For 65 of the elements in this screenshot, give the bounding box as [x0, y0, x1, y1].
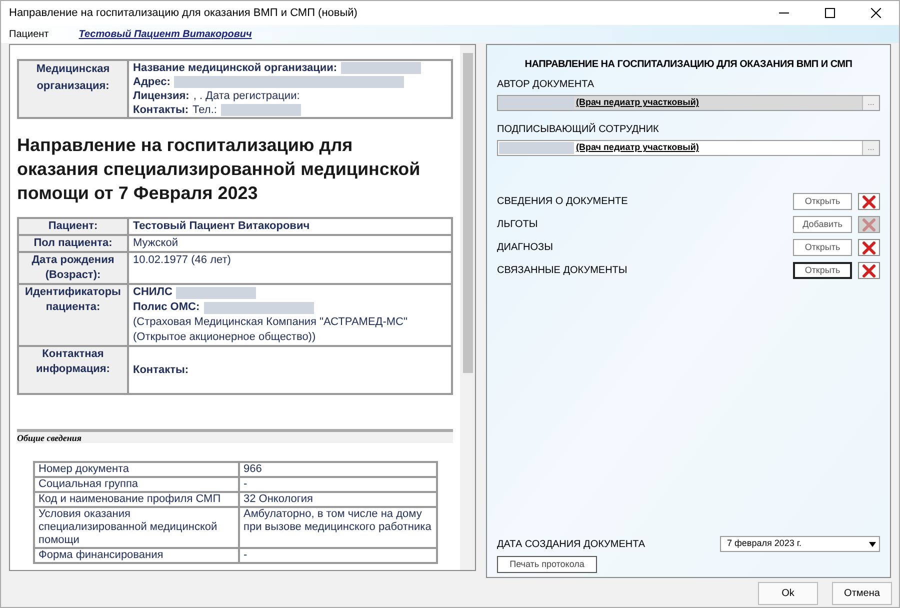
delete-x-icon [862, 264, 876, 278]
section-action-button[interactable]: Открыть [793, 193, 852, 210]
delete-button[interactable] [858, 193, 880, 210]
table-header-cell: Медицинская организация: [18, 60, 128, 118]
table-header-cell: Пол пациента: [18, 235, 128, 252]
section-action-button[interactable]: Открыть [793, 239, 852, 256]
field-label: Адрес: [133, 75, 170, 89]
patient-label: Пациент [9, 28, 49, 42]
patient-link[interactable]: Тестовый Пациент Витакорович [78, 26, 252, 42]
field-label: АВТОР ДОКУМЕНТА [497, 78, 596, 92]
section-header: Общие сведения [17, 429, 453, 443]
employee-field[interactable]: (Врач педиатр участковый) ... [497, 140, 880, 156]
table-cell: Форма финансирования [34, 548, 238, 563]
employee-field[interactable]: (Врач педиатр участковый) ... [497, 95, 880, 111]
table-cell: 966 [238, 462, 436, 477]
field-label: ПОДПИСЫВАЮЩИЙ СОТРУДНИК [497, 122, 660, 137]
print-button[interactable]: Печать протокола [497, 556, 597, 573]
scrollbar[interactable] [460, 45, 475, 570]
document-heading: Направление на госпитализацию для оказания специализированной медицинской помощи от 7 Февраля 2023 [17, 134, 422, 205]
table-header-cell: Дата рождения (Возраст): [18, 252, 128, 284]
field-label: Полис ОМС: [133, 300, 200, 315]
table-cell: Условия оказания специализированной медицинской помощи [34, 507, 238, 548]
section-action-button[interactable]: Добавить [793, 216, 852, 233]
field-label: Контакты: [133, 103, 189, 117]
delete-x-icon [862, 240, 876, 254]
window-title: Направление на госпитализацию для оказания ВМП и СМП (новый) [9, 6, 358, 21]
table-cell: Амбулаторно, в том числе на дому при вызове медицинского работника [238, 507, 436, 548]
section-label: СВЕДЕНИЯ О ДОКУМЕНТЕ [497, 195, 629, 209]
section-label: СВЯЗАННЫЕ ДОКУМЕНТЫ [497, 264, 628, 278]
field-value: Тел.: [192, 103, 217, 117]
date-dropdown[interactable]: 7 февраля 2023 г. [720, 536, 880, 552]
section-action-button[interactable]: Открыть [793, 262, 852, 279]
field-label: Контакты: [133, 362, 189, 378]
table-cell: Социальная группа [34, 477, 238, 492]
field-label: ДАТА СОЗДАНИЯ ДОКУМЕНТА [497, 538, 646, 552]
delete-x-icon [862, 194, 876, 208]
table-cell: - [238, 548, 436, 563]
field-label: СНИЛС [133, 285, 172, 300]
delete-x-icon [862, 218, 876, 232]
dialog-button[interactable]: Отмена [832, 582, 892, 604]
field-value: Тестовый Пациент Витакорович [133, 219, 311, 234]
section-label: ДИАГНОЗЫ [497, 241, 554, 255]
delete-button[interactable] [858, 239, 880, 256]
form-title: НАПРАВЛЕНИЕ НА ГОСПИТАЛИЗАЦИЮ ДЛЯ ОКАЗАНИЯ ВМП И СМП [524, 58, 854, 72]
table-cell: Номер документа [34, 462, 238, 477]
field-value: 10.02.1977 (46 лет) [133, 253, 232, 268]
field-label: Лицензия: [133, 89, 190, 103]
dropdown-arrow-icon [869, 542, 876, 546]
maximize-icon[interactable] [825, 8, 835, 18]
section-label: ЛЬГОТЫ [497, 218, 539, 232]
table-header-cell: Идентификаторы пациента: [18, 284, 128, 346]
field-value: , . Дата регистрации: [193, 89, 300, 103]
field-value: (Страховая Медицинская Компания "АСТРАМЕД-МС" (Открытое акционерное общество)) [133, 315, 408, 345]
table-cell: Код и наименование профиля СМП [34, 492, 238, 507]
table-cell: 32 Онкология [238, 492, 436, 507]
browse-button[interactable]: ... [862, 141, 879, 155]
table-header-cell: Пациент: [18, 218, 128, 235]
dialog-button[interactable]: Ok [758, 582, 818, 604]
delete-button[interactable] [858, 262, 880, 279]
field-label: Название медицинской организации: [133, 61, 338, 75]
close-icon[interactable] [871, 8, 881, 18]
field-value: Мужской [133, 236, 179, 251]
table-cell: - [238, 477, 436, 492]
browse-button[interactable]: ... [862, 96, 879, 110]
table-header-cell: Контактная информация: [18, 346, 128, 394]
